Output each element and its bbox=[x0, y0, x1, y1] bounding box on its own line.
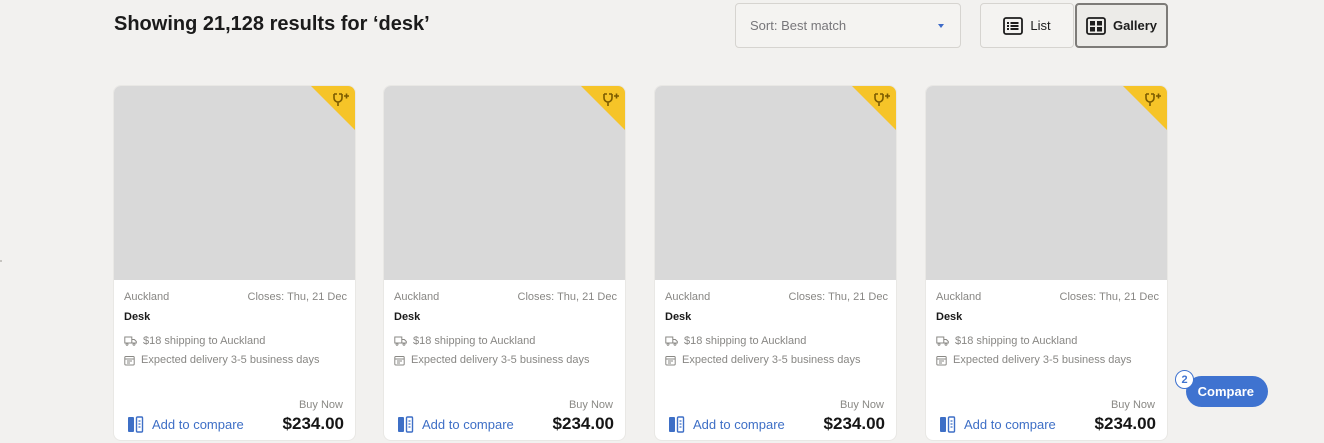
listing-price: $234.00 bbox=[823, 414, 885, 433]
add-to-compare-link[interactable]: Add to compare bbox=[939, 415, 1056, 434]
calendar-icon bbox=[665, 355, 676, 365]
delivery-text: Expected delivery 3-5 business days bbox=[682, 354, 861, 366]
calendar-icon bbox=[124, 355, 135, 365]
watchlist-add-icon[interactable] bbox=[333, 91, 351, 107]
listing-price: $234.00 bbox=[282, 414, 344, 433]
gallery-icon bbox=[1086, 16, 1106, 35]
truck-icon bbox=[394, 336, 407, 346]
list-view-label: List bbox=[1030, 18, 1051, 33]
listing-closes: Closes: Thu, 21 Dec bbox=[1059, 291, 1159, 303]
sort-dropdown[interactable]: Sort: Best match bbox=[735, 3, 961, 48]
gallery-view-label: Gallery bbox=[1112, 18, 1158, 33]
watchlist-add-icon[interactable] bbox=[874, 91, 892, 107]
shipping-text: $18 shipping to Auckland bbox=[684, 335, 807, 347]
delivery-info: Expected delivery 3-5 business days bbox=[394, 354, 590, 366]
shipping-info: $18 shipping to Auckland bbox=[936, 335, 1077, 347]
truck-icon bbox=[665, 336, 678, 346]
add-to-compare-link[interactable]: Add to compare bbox=[668, 415, 785, 434]
shipping-info: $18 shipping to Auckland bbox=[665, 335, 806, 347]
add-to-compare-label: Add to compare bbox=[422, 417, 514, 432]
listing-meta: Auckland Closes: Thu, 21 Dec bbox=[936, 291, 1159, 303]
calendar-icon bbox=[394, 355, 405, 365]
delivery-info: Expected delivery 3-5 business days bbox=[936, 354, 1132, 366]
edge-marker bbox=[0, 260, 2, 262]
listing-meta: Auckland Closes: Thu, 21 Dec bbox=[124, 291, 347, 303]
delivery-text: Expected delivery 3-5 business days bbox=[411, 354, 590, 366]
results-title: Showing 21,128 results for ‘desk’ bbox=[114, 13, 430, 35]
buy-now-label: Buy Now bbox=[1110, 399, 1155, 411]
listing-price: $234.00 bbox=[1094, 414, 1156, 433]
gallery-view-button[interactable]: Gallery bbox=[1075, 3, 1168, 48]
listing-card[interactable]: Auckland Closes: Thu, 21 Dec Desk $18 sh… bbox=[926, 86, 1167, 440]
listing-location: Auckland bbox=[394, 291, 440, 303]
add-to-compare-label: Add to compare bbox=[693, 417, 785, 432]
listing-title[interactable]: Desk bbox=[665, 311, 691, 323]
buy-now-label: Buy Now bbox=[298, 399, 343, 411]
shipping-text: $18 shipping to Auckland bbox=[413, 335, 536, 347]
watchlist-add-icon[interactable] bbox=[1145, 91, 1163, 107]
add-to-compare-link[interactable]: Add to compare bbox=[127, 415, 244, 434]
listing-title[interactable]: Desk bbox=[124, 311, 150, 323]
delivery-text: Expected delivery 3-5 business days bbox=[953, 354, 1132, 366]
add-to-compare-label: Add to compare bbox=[964, 417, 1056, 432]
compare-count-badge: 2 bbox=[1175, 370, 1194, 389]
list-icon bbox=[1003, 16, 1024, 35]
listing-title[interactable]: Desk bbox=[394, 311, 420, 323]
compare-button-label: Compare bbox=[1197, 384, 1254, 399]
listing-meta: Auckland Closes: Thu, 21 Dec bbox=[394, 291, 617, 303]
chevron-down-icon bbox=[938, 23, 944, 28]
listing-location: Auckland bbox=[124, 291, 170, 303]
truck-icon bbox=[936, 336, 949, 346]
compare-icon bbox=[940, 416, 956, 433]
listing-card[interactable]: Auckland Closes: Thu, 21 Dec Desk $18 sh… bbox=[384, 86, 625, 440]
calendar-icon bbox=[936, 355, 947, 365]
listing-closes: Closes: Thu, 21 Dec bbox=[517, 291, 617, 303]
compare-icon bbox=[669, 416, 685, 433]
shipping-text: $18 shipping to Auckland bbox=[143, 335, 266, 347]
sort-label: Sort: Best match bbox=[750, 18, 847, 33]
add-to-compare-link[interactable]: Add to compare bbox=[397, 415, 514, 434]
list-view-button[interactable]: List bbox=[980, 3, 1074, 48]
compare-icon bbox=[128, 416, 144, 433]
listing-card[interactable]: Auckland Closes: Thu, 21 Dec Desk $18 sh… bbox=[655, 86, 896, 440]
add-to-compare-label: Add to compare bbox=[152, 417, 244, 432]
listing-location: Auckland bbox=[936, 291, 982, 303]
listing-title[interactable]: Desk bbox=[936, 311, 962, 323]
listing-closes: Closes: Thu, 21 Dec bbox=[247, 291, 347, 303]
delivery-info: Expected delivery 3-5 business days bbox=[665, 354, 861, 366]
buy-now-label: Buy Now bbox=[568, 399, 613, 411]
compare-button[interactable]: Compare bbox=[1186, 376, 1268, 407]
shipping-info: $18 shipping to Auckland bbox=[124, 335, 265, 347]
listing-closes: Closes: Thu, 21 Dec bbox=[788, 291, 888, 303]
listing-price: $234.00 bbox=[552, 414, 614, 433]
delivery-text: Expected delivery 3-5 business days bbox=[141, 354, 320, 366]
listing-meta: Auckland Closes: Thu, 21 Dec bbox=[665, 291, 888, 303]
watchlist-add-icon[interactable] bbox=[603, 91, 621, 107]
listing-location: Auckland bbox=[665, 291, 711, 303]
listing-card[interactable]: Auckland Closes: Thu, 21 Dec Desk $18 sh… bbox=[114, 86, 355, 440]
shipping-text: $18 shipping to Auckland bbox=[955, 335, 1078, 347]
shipping-info: $18 shipping to Auckland bbox=[394, 335, 535, 347]
buy-now-label: Buy Now bbox=[839, 399, 884, 411]
compare-icon bbox=[398, 416, 414, 433]
truck-icon bbox=[124, 336, 137, 346]
delivery-info: Expected delivery 3-5 business days bbox=[124, 354, 320, 366]
